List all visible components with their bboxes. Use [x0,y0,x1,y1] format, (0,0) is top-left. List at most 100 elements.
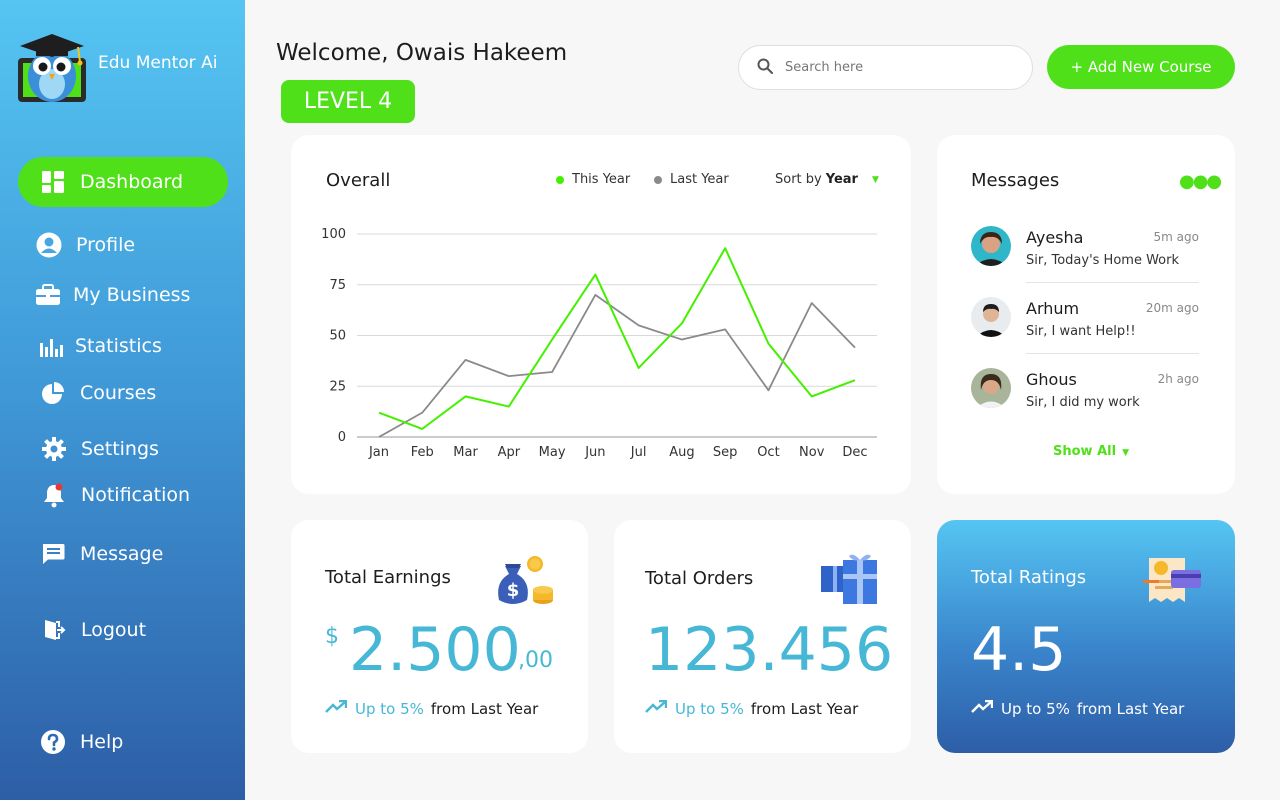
currency-symbol: $ [325,624,339,649]
divider [1026,282,1199,283]
sidebar-item-label: Statistics [75,335,162,357]
show-all-link[interactable]: Show All ▼ [1053,444,1129,459]
x-tick-label: Sep [713,445,738,460]
x-tick-label: Nov [799,445,825,460]
ratings-value: 4.5 [971,615,1067,685]
sidebar-item-help[interactable]: Help [40,722,123,762]
sidebar-item-courses[interactable]: Courses [40,373,156,413]
x-tick-label: Jun [584,445,605,460]
avatar [971,226,1011,266]
brand: Edu Mentor Ai [12,24,217,108]
pie-chart-icon [40,380,66,406]
overall-chart-card: Overall This Year Last Year Sort by Year… [291,135,911,494]
sidebar-item-label: Notification [81,484,191,506]
message-item[interactable]: Ghous 2h ago Sir, I did my work [971,368,1199,428]
stat-title: Total Earnings [325,567,451,588]
earnings-amount: 2.500 [349,615,521,685]
money-bag-icon: $ [491,552,555,608]
page-title: Welcome, Owais Hakeem [276,40,568,66]
trend-value: Up to 5% [675,700,744,718]
y-tick-label: 25 [329,379,346,394]
x-tick-label: Oct [757,445,779,460]
x-tick-label: Jan [368,445,389,460]
sidebar-item-message[interactable]: Message [40,534,163,574]
sidebar-item-label: My Business [73,284,191,306]
x-tick-label: May [539,445,566,460]
app-name: Edu Mentor Ai [98,53,218,73]
message-item[interactable]: Arhum 20m ago Sir, I want Help!! [971,297,1199,357]
add-new-course-button[interactable]: + Add New Course [1047,45,1235,89]
sidebar-item-settings[interactable]: Settings [41,429,159,469]
sender-name: Ayesha [1026,228,1084,247]
sender-name: Arhum [1026,299,1080,318]
level-badge: LEVEL 4 [281,80,415,123]
message-time: 2h ago [1157,372,1199,386]
total-orders-card: Total Orders 123.456 Up to 5% from Last … [614,520,911,753]
line-chart: 0 25 50 75 100 Jan Feb Mar Apr May Jun Jul Aug Sep Oct… [321,227,877,460]
total-ratings-card: Total Ratings 4.5 Up to 5% from Last Yea… [937,520,1235,753]
message-time: 5m ago [1153,230,1199,244]
message-preview: Sir, Today's Home Work [1026,253,1179,268]
sidebar-item-label: Message [80,543,164,565]
dashboard-icon [40,169,66,195]
messages-title: Messages [971,170,1060,191]
trend-label: from Last Year [430,700,539,718]
y-tick-label: 75 [329,278,346,293]
trend-label: from Last Year [750,700,859,718]
x-tick-label: Feb [411,445,434,460]
bar-chart-icon [38,333,64,359]
y-tick-label: 0 [338,430,346,445]
trend-value: Up to 5% [1001,700,1070,718]
x-tick-label: Dec [842,445,867,460]
gift-box-icon [817,552,881,608]
svg-text:$: $ [507,580,520,601]
more-options-icon[interactable]: ●●● [1179,171,1222,192]
sidebar-item-label: Settings [81,438,159,460]
show-all-label: Show All [1053,444,1117,459]
receipt-card-icon [1141,554,1205,610]
message-icon [40,541,66,567]
help-icon [40,729,66,755]
sidebar-item-profile[interactable]: Profile [36,225,135,265]
y-tick-label: 50 [329,329,346,344]
stat-title: Total Orders [645,568,754,589]
sidebar-item-my-business[interactable]: My Business [35,275,190,315]
trend-value: Up to 5% [355,700,424,718]
sidebar-item-label: Courses [80,382,157,404]
search-icon [757,58,773,78]
series-line [378,247,856,430]
divider [1026,353,1199,354]
trend-label: from Last Year [1076,700,1185,718]
owl-mascot-icon [12,24,92,108]
x-tick-label: Jul [630,445,647,460]
sidebar-item-label: Profile [76,234,136,256]
x-tick-label: Aug [669,445,694,460]
sidebar: Edu Mentor Ai Dashboard Profile My Busin… [0,0,245,800]
y-tick-label: 100 [321,227,346,242]
trend-indicator: Up to 5% from Last Year [645,699,859,718]
sidebar-item-dashboard[interactable]: Dashboard [18,157,228,207]
search-bar[interactable] [738,45,1033,90]
avatar [971,297,1011,337]
sidebar-item-label: Dashboard [80,171,184,193]
search-input[interactable] [785,60,1005,75]
x-tick-label: Apr [498,445,521,460]
sidebar-item-statistics[interactable]: Statistics [38,326,162,366]
briefcase-icon [35,282,61,308]
orders-value: 123.456 [645,615,894,685]
bell-icon [41,482,67,508]
trend-indicator: Up to 5% from Last Year [971,699,1185,718]
sender-name: Ghous [1026,370,1077,389]
stat-title: Total Ratings [971,567,1087,588]
x-tick-label: Mar [453,445,478,460]
total-earnings-card: Total Earnings $ $ 2.500 ,00 Up to 5% fr… [291,520,588,753]
earnings-cents: ,00 [518,648,553,673]
sidebar-item-notification[interactable]: Notification [41,475,190,515]
series-line [378,293,856,438]
message-item[interactable]: Ayesha 5m ago Sir, Today's Home Work [971,226,1199,286]
gear-icon [41,436,67,462]
message-preview: Sir, I want Help!! [1026,324,1136,339]
sidebar-item-logout[interactable]: Logout [41,610,146,650]
trend-indicator: Up to 5% from Last Year [325,699,539,718]
trend-up-icon [971,699,994,718]
